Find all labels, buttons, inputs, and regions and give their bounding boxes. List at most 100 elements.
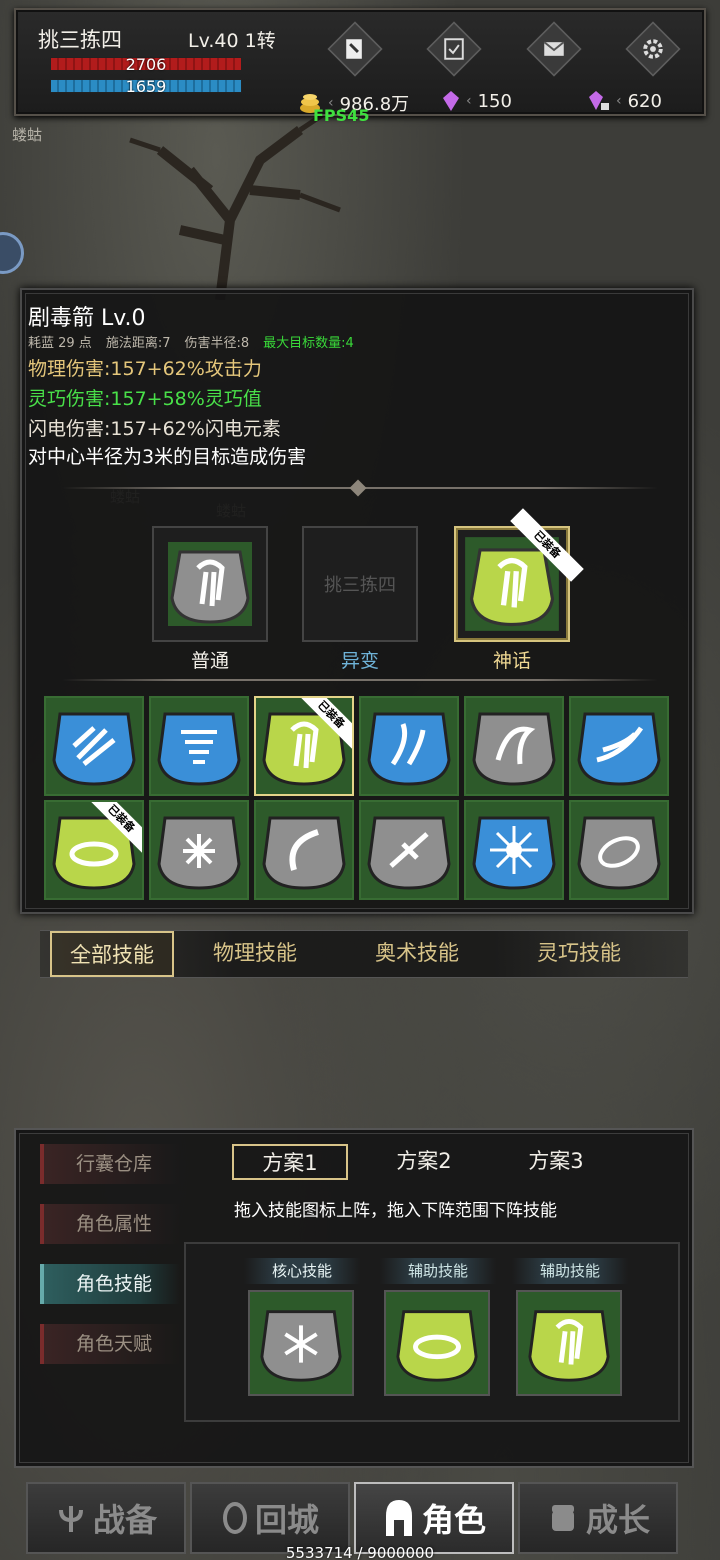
sidebar-item-attributes[interactable]: 角色属性: [40, 1204, 180, 1244]
skill-loadout: 核心技能 辅助技能 辅助技能: [184, 1242, 680, 1422]
skill-cell[interactable]: [359, 696, 459, 796]
lightning-damage: 闪电伤害:157+62%闪电元素: [28, 418, 281, 440]
core-skill-slot[interactable]: [248, 1290, 354, 1396]
skill-cell[interactable]: [464, 696, 564, 796]
fps-counter: FPS45: [313, 106, 370, 125]
yellow-whirl-rune-icon: [396, 1310, 478, 1382]
nav-label: 成长: [585, 1501, 650, 1539]
divider: [62, 679, 658, 681]
skill-stats: 耗蓝 29 点 施法距离:7 伤害半径:8 最大目标数量:4: [28, 332, 354, 351]
skill-cell[interactable]: [569, 800, 669, 900]
skill-cell[interactable]: 已装备: [44, 800, 144, 900]
skill-cell[interactable]: [44, 696, 144, 796]
aux-skill-slot-2[interactable]: [516, 1290, 622, 1396]
max-targets: 最大目标数量:4: [263, 336, 354, 351]
monster-label: 蝼蛄: [12, 126, 43, 144]
player-level: Lv.40 1转: [188, 30, 276, 52]
gray-reaper-rune-icon: [472, 712, 556, 786]
aux-skill-header-2: 辅助技能: [512, 1258, 628, 1284]
experience-text: 5533714 / 9000000: [285, 1544, 435, 1560]
top-hud: 挑三拣四 Lv.40 1转 2706 1659 ‹ 986.8万 ‹ 150 ‹ 62…: [14, 8, 706, 116]
blue-claw-rune-icon: [52, 712, 136, 786]
skillbook-button[interactable]: [327, 21, 383, 77]
trident-icon: [58, 1506, 83, 1532]
gray-crescent-rune-icon: [262, 816, 346, 890]
skill-grid: 已装备 已装备: [44, 696, 674, 900]
hp-value: 2706: [125, 55, 167, 74]
locked-crystal-icon: [589, 91, 609, 110]
mp-bar: 1659: [50, 77, 242, 96]
rune-slot-normal[interactable]: [152, 526, 268, 642]
sidebar-item-skills[interactable]: 角色技能: [40, 1264, 180, 1304]
rune-slot-myth[interactable]: 已装备: [454, 508, 584, 642]
rune-slot-mutant[interactable]: 挑三拣四: [302, 526, 418, 642]
tab-agile-skills[interactable]: 灵巧技能: [498, 931, 660, 977]
gem-counter: ‹ 150: [442, 90, 512, 112]
skillbook-icon: [346, 39, 362, 59]
skill-title: 剧毒箭 Lv.0: [28, 306, 146, 331]
core-skill-header: 核心技能: [244, 1258, 360, 1284]
skill-cell[interactable]: [569, 696, 669, 796]
skill-cell[interactable]: [254, 800, 354, 900]
settings-button[interactable]: [625, 21, 681, 77]
skill-description: 对中心半径为3米的目标造成伤害: [28, 446, 307, 468]
nav-label: 战备: [92, 1501, 157, 1539]
blue-slash-rune-icon: [577, 712, 661, 786]
crystal-value: 620: [627, 90, 662, 112]
aux-skill-slot-1[interactable]: [384, 1290, 490, 1396]
mail-button[interactable]: [526, 21, 582, 77]
skill-cell[interactable]: [149, 696, 249, 796]
purple-gem-icon: [443, 91, 459, 111]
skill-cell[interactable]: [464, 800, 564, 900]
crystal-counter: ‹ 620: [588, 90, 662, 112]
mp-value: 1659: [125, 77, 167, 96]
skill-cell[interactable]: [359, 800, 459, 900]
dead-tree-decoration: [129, 107, 341, 300]
task-icon: [444, 38, 464, 60]
rune-label-mutant: 异变: [340, 650, 379, 672]
skill-detail-panel: 剧毒箭 Lv.0 耗蓝 29 点 施法距离:7 伤害半径:8 最大目标数量:4 …: [20, 288, 694, 914]
agile-damage: 灵巧伤害:157+58%灵巧值: [28, 388, 262, 410]
tasks-button[interactable]: [426, 21, 482, 77]
tab-plan-3[interactable]: 方案3: [498, 1144, 614, 1180]
sidebar-item-inventory[interactable]: 行囊仓库: [40, 1144, 180, 1184]
gray-burst-rune-icon: [157, 816, 241, 890]
poison-arrow-rune-icon: [168, 542, 252, 626]
character-panel: 行囊仓库 角色属性 角色技能 角色天赋 方案1 方案2 方案3 拖入技能图标上阵…: [14, 1128, 694, 1468]
gem-value: 150: [477, 90, 512, 112]
drag-hint: 拖入技能图标上阵，拖入下阵范围下阵技能: [234, 1201, 557, 1221]
skill-cell[interactable]: [149, 800, 249, 900]
gray-strike-rune-icon: [367, 816, 451, 890]
tab-plan-2[interactable]: 方案2: [366, 1144, 482, 1180]
portal-icon: [222, 1502, 247, 1534]
tab-physical-skills[interactable]: 物理技能: [174, 931, 336, 977]
nav-label: 角色: [421, 1501, 486, 1539]
hp-bar: 2706: [50, 55, 242, 74]
cast-range: 施法距离:7: [105, 336, 171, 351]
damage-radius: 伤害半径:8: [184, 336, 250, 351]
rune-label-myth: 神话: [492, 650, 531, 672]
skill-cell-selected[interactable]: 已装备: [254, 696, 354, 796]
player-name: 挑三拣四: [38, 28, 122, 52]
divider-ornament: [349, 479, 367, 497]
mutant-slot-watermark: 挑三拣四: [324, 575, 396, 596]
skill-category-tabs: 全部技能 物理技能 奥术技能 灵巧技能: [40, 930, 688, 978]
mail-icon: [543, 41, 565, 56]
tab-all-skills[interactable]: 全部技能: [50, 931, 174, 977]
blue-splash-rune-icon: [367, 712, 451, 786]
yellow-poison-arrow-rune-icon: [528, 1310, 610, 1382]
minimap-marker[interactable]: [0, 232, 24, 274]
fist-icon: [551, 1505, 574, 1531]
gray-orbit-rune-icon: [577, 816, 661, 890]
snowflake-rune-icon: [260, 1310, 342, 1382]
helmet-icon: [385, 1500, 412, 1536]
rune-label-normal: 普通: [190, 650, 229, 672]
physical-damage: 物理伤害:157+62%攻击力: [28, 358, 262, 380]
sidebar-item-talents[interactable]: 角色天赋: [40, 1324, 180, 1364]
tab-plan-1[interactable]: 方案1: [232, 1144, 348, 1180]
gear-icon: [643, 39, 663, 59]
blue-starburst-rune-icon: [472, 816, 556, 890]
nav-label: 回城: [254, 1501, 319, 1539]
tab-arcane-skills[interactable]: 奥术技能: [336, 931, 498, 977]
aux-skill-header-1: 辅助技能: [380, 1258, 496, 1284]
